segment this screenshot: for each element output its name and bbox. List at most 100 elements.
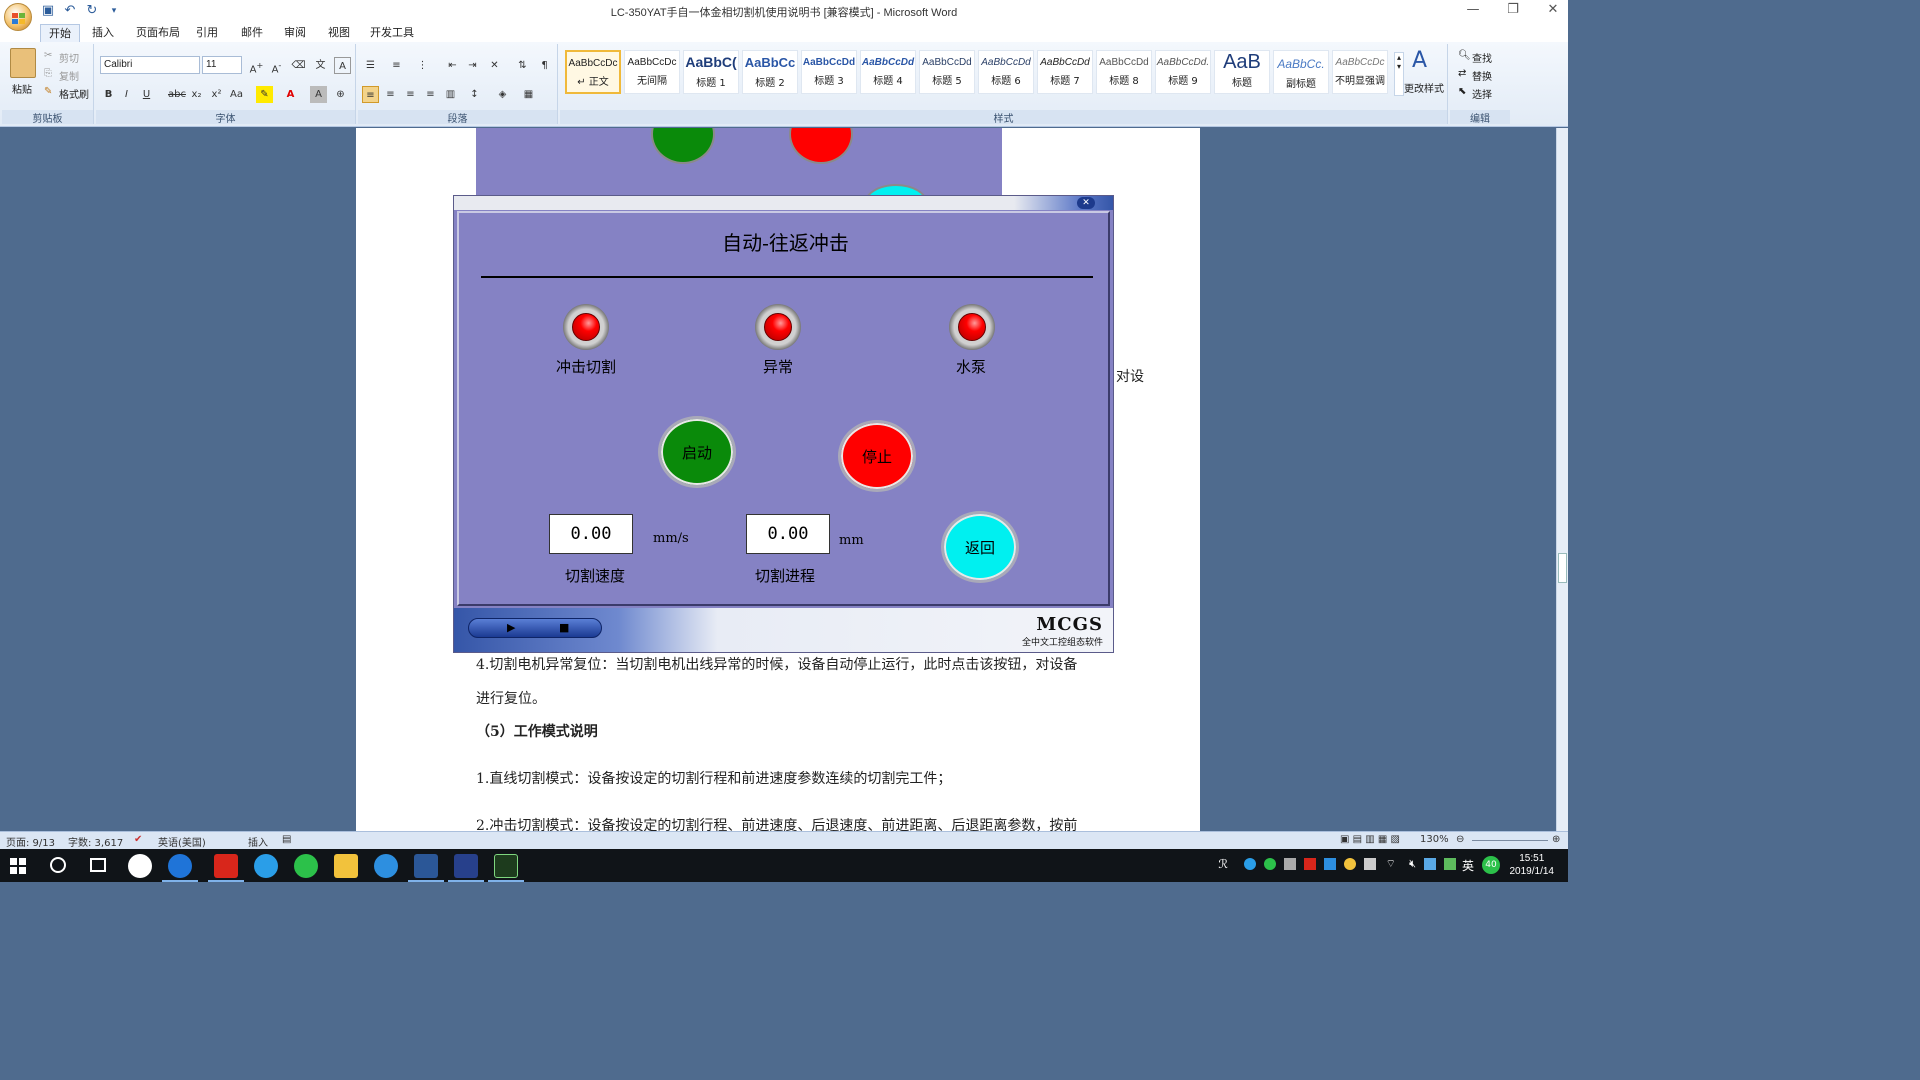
style-subtle-emphasis[interactable]: AaBbCcDc 不明显强调: [1332, 50, 1388, 94]
style-heading-3[interactable]: AaBbCcDd 标题 3: [801, 50, 857, 94]
increase-indent-icon[interactable]: ⇥: [464, 57, 481, 74]
tab-page-layout[interactable]: 页面布局: [128, 24, 188, 42]
grow-font-icon[interactable]: A+: [248, 57, 265, 75]
clear-format-icon[interactable]: ⌫: [290, 57, 307, 74]
tray-app-6-icon[interactable]: [1344, 858, 1356, 870]
vertical-scrollbar[interactable]: [1556, 128, 1568, 831]
office-button[interactable]: [4, 3, 32, 31]
tray-app-7-icon[interactable]: [1364, 858, 1376, 870]
style-heading-6[interactable]: AaBbCcDd 标题 6: [978, 50, 1034, 94]
pdf-app-icon[interactable]: [214, 854, 238, 878]
highlight-icon[interactable]: ✎: [256, 86, 273, 103]
style-normal[interactable]: AaBbCcDc ↵ 正文: [565, 50, 621, 94]
restore-button[interactable]: ❐: [1506, 2, 1520, 17]
word-icon[interactable]: [414, 854, 438, 878]
superscript-icon[interactable]: x²: [208, 86, 225, 103]
status-mode[interactable]: 插入: [248, 834, 268, 849]
style-heading-5[interactable]: AaBbCcDd 标题 5: [919, 50, 975, 94]
browser-icon[interactable]: [254, 854, 278, 878]
cut-button[interactable]: 剪切: [59, 50, 79, 65]
char-border-icon[interactable]: A: [334, 57, 351, 74]
format-painter-button[interactable]: 格式刷: [59, 86, 89, 101]
scroll-thumb[interactable]: [1558, 553, 1567, 583]
copy-button[interactable]: 复制: [59, 68, 79, 83]
shading-icon[interactable]: ◈: [494, 86, 511, 103]
tab-references[interactable]: 引用: [188, 24, 226, 42]
status-page[interactable]: 页面: 9/13: [6, 834, 55, 849]
tab-insert[interactable]: 插入: [84, 24, 122, 42]
view-buttons-icon[interactable]: ▣ ▤ ▥ ▦ ▧: [1340, 834, 1400, 845]
font-size-select[interactable]: 11: [202, 56, 242, 74]
tray-app-8-icon[interactable]: [1424, 858, 1436, 870]
shrink-font-icon[interactable]: A-: [268, 57, 285, 75]
proofing-icon[interactable]: ✔: [134, 834, 142, 845]
numbering-icon[interactable]: ≡: [388, 57, 405, 74]
file-explorer-icon[interactable]: [334, 854, 358, 878]
chinese-layout-icon[interactable]: ✕: [486, 57, 503, 74]
style-heading-1[interactable]: AaBbC(标题 1: [683, 50, 739, 94]
change-styles-icon[interactable]: A: [1412, 48, 1427, 73]
status-language[interactable]: 英语(美国): [158, 834, 206, 849]
multilevel-list-icon[interactable]: ⋮: [414, 57, 431, 74]
tray-app-5-icon[interactable]: [1324, 858, 1336, 870]
show-marks-icon[interactable]: ¶: [536, 57, 553, 74]
enclose-char-icon[interactable]: ⊕: [332, 86, 349, 103]
mcgs-app-icon[interactable]: [454, 854, 478, 878]
style-heading-4[interactable]: AaBbCcDd 标题 4: [860, 50, 916, 94]
distributed-icon[interactable]: ▥: [442, 86, 459, 103]
font-color-icon[interactable]: A: [282, 86, 299, 103]
paste-button[interactable]: 粘贴: [12, 81, 32, 96]
stop-square-icon[interactable]: ■: [559, 621, 569, 634]
minimize-button[interactable]: —: [1466, 2, 1480, 17]
strikethrough-icon[interactable]: abc: [168, 86, 186, 103]
network-icon[interactable]: ⌔: [1386, 857, 1396, 871]
styles-scroll-icon[interactable]: ▴ ▾: [1394, 52, 1404, 96]
justify-icon[interactable]: ≡: [422, 86, 439, 103]
subscript-icon[interactable]: x₂: [188, 86, 205, 103]
style-title[interactable]: AaB 标题: [1214, 50, 1270, 94]
ie-browser-icon[interactable]: [168, 854, 192, 878]
bold-icon[interactable]: B: [100, 86, 117, 103]
zoom-out-icon[interactable]: ⊖: [1456, 834, 1464, 845]
zoom-in-icon[interactable]: ⊕: [1552, 834, 1560, 845]
style-heading-8[interactable]: AaBbCcDd 标题 8: [1096, 50, 1152, 94]
search-icon[interactable]: [50, 857, 66, 873]
style-heading-2[interactable]: AaBbCc 标题 2: [742, 50, 798, 94]
style-heading-9[interactable]: AaBbCcDd. 标题 9: [1155, 50, 1211, 94]
borders-icon[interactable]: ▦: [520, 86, 537, 103]
change-styles-button[interactable]: 更改样式: [1404, 80, 1444, 95]
volume-muted-icon[interactable]: 🔇︎: [1409, 857, 1416, 871]
style-subtitle[interactable]: AaBbCc. 副标题: [1273, 50, 1329, 94]
tray-app-3-icon[interactable]: [1284, 858, 1296, 870]
ime-indicator[interactable]: 英: [1462, 857, 1474, 874]
align-center-icon[interactable]: ≡: [382, 86, 399, 103]
zoom-slider[interactable]: [1472, 840, 1548, 841]
decrease-indent-icon[interactable]: ⇤: [444, 57, 461, 74]
style-heading-7[interactable]: AaBbCcDd 标题 7: [1037, 50, 1093, 94]
windows-start-icon[interactable]: [10, 858, 26, 874]
close-button[interactable]: ✕: [1546, 2, 1560, 17]
messenger-icon[interactable]: [374, 854, 398, 878]
phonetic-icon[interactable]: 文: [312, 57, 329, 74]
stop-button[interactable]: 停止: [838, 420, 916, 492]
tray-app-4-icon[interactable]: [1304, 858, 1316, 870]
play-icon[interactable]: ▶: [507, 621, 515, 634]
mcgs-close-icon[interactable]: ✕: [1077, 197, 1095, 209]
tab-view[interactable]: 视图: [320, 24, 358, 42]
replace-button[interactable]: 替换: [1472, 68, 1492, 83]
pinwheel-app-icon[interactable]: [128, 854, 152, 878]
badge-counter[interactable]: 40: [1482, 856, 1500, 874]
sort-icon[interactable]: ⇅: [514, 57, 531, 74]
green-app-icon[interactable]: [294, 854, 318, 878]
line-spacing-icon[interactable]: ↕: [466, 86, 483, 103]
people-icon[interactable]: ℛ: [1218, 857, 1228, 871]
start-button[interactable]: 启动: [658, 416, 736, 488]
find-button[interactable]: 查找: [1472, 50, 1492, 65]
tab-developer[interactable]: 开发工具: [362, 24, 422, 42]
style-no-spacing[interactable]: AaBbCcDc 无间隔: [624, 50, 680, 94]
status-words[interactable]: 字数: 3,617: [68, 834, 123, 849]
tab-mailings[interactable]: 邮件: [233, 24, 271, 42]
tray-app-1-icon[interactable]: [1244, 858, 1256, 870]
clock[interactable]: 15:51 2019/1/14: [1510, 852, 1555, 878]
italic-icon[interactable]: I: [118, 86, 135, 103]
